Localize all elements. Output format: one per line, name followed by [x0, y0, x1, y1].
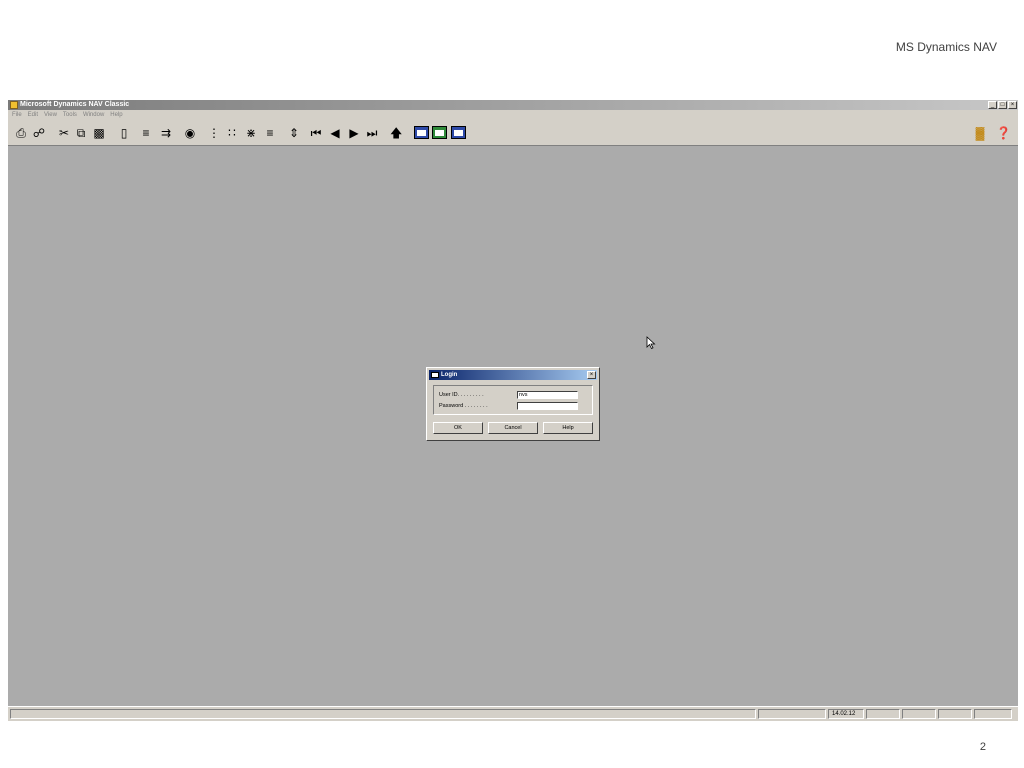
copy-icon[interactable]: ⧉ — [74, 126, 88, 140]
cancel-button[interactable]: Cancel — [488, 422, 538, 434]
print-preview-icon[interactable]: ☍ — [31, 126, 47, 140]
form-icon[interactable] — [414, 126, 429, 139]
status-bar: 14.02.12 — [8, 706, 1018, 721]
menu-bar: File Edit View Tools Window Help — [8, 110, 1018, 121]
restore-button[interactable]: □ — [998, 101, 1007, 109]
menu-view[interactable]: View — [44, 110, 57, 121]
menu-edit[interactable]: Edit — [28, 110, 38, 121]
menu-help[interactable]: Help — [110, 110, 122, 121]
help-icon[interactable]: ❓ — [996, 126, 1011, 140]
status-panel — [938, 709, 972, 719]
close-button[interactable]: × — [1008, 101, 1017, 109]
first-icon[interactable]: ⏮ — [310, 126, 322, 140]
mouse-cursor-icon — [646, 336, 656, 350]
status-message — [10, 709, 756, 719]
show-all-icon[interactable]: ≡ — [263, 126, 277, 140]
sort-icon[interactable]: ⇕ — [286, 126, 302, 140]
ok-button[interactable]: OK — [433, 422, 483, 434]
report-icon[interactable] — [451, 126, 466, 139]
last-icon[interactable]: ⏭ — [366, 126, 378, 140]
login-close-button[interactable]: × — [587, 371, 596, 379]
previous-icon[interactable]: ◀ — [329, 126, 341, 140]
login-title: Login — [441, 372, 458, 378]
slide-title: MS Dynamics NAV — [895, 40, 997, 54]
password-input[interactable] — [517, 402, 578, 410]
status-panel — [974, 709, 1012, 719]
user-id-input[interactable]: nvs — [517, 391, 578, 399]
status-panel — [902, 709, 936, 719]
page-number: 2 — [979, 741, 986, 753]
user-id-label: User ID. . . . . . . . . — [439, 392, 484, 398]
nav-logo-icon — [10, 101, 18, 109]
menu-file[interactable]: File — [12, 110, 22, 121]
title-bar[interactable]: Microsoft Dynamics NAV Classic _ □ × — [8, 100, 1018, 110]
minimize-button[interactable]: _ — [988, 101, 997, 109]
login-title-bar[interactable]: Login × — [429, 370, 597, 380]
insert-icon[interactable]: ≡ — [139, 126, 153, 140]
filter-icon[interactable]: ⋮ — [207, 126, 221, 140]
flowfilter-icon[interactable]: ⋇ — [244, 126, 258, 140]
print-icon[interactable]: ⎙ — [13, 126, 29, 140]
field-filter-icon[interactable]: ∷ — [225, 126, 239, 140]
menu-window[interactable]: Window — [83, 110, 104, 121]
help-button[interactable]: Help — [543, 422, 593, 434]
password-label: Password . . . . . . . . — [439, 403, 488, 409]
next-field-icon[interactable]: ⇉ — [158, 126, 174, 140]
paste-icon[interactable]: ▩ — [92, 126, 106, 140]
toolbar: ⎙ ☍ ✂ ⧉ ▩ ▯ ≡ ⇉ ◉ ⋮ ∷ ⋇ ≡ ⇕ ⏮ ◀ ▶ ⏭ 🡅 ▓ … — [8, 121, 1018, 146]
status-panel — [758, 709, 826, 719]
status-date: 14.02.12 — [828, 709, 864, 719]
form-icon — [431, 372, 439, 378]
cut-icon[interactable]: ✂ — [57, 126, 71, 140]
window-title: Microsoft Dynamics NAV Classic — [20, 101, 130, 108]
status-panel — [866, 709, 900, 719]
up-icon[interactable]: 🡅 — [390, 126, 402, 140]
login-fields-group: User ID. . . . . . . . . nvs Password . … — [433, 385, 593, 415]
analysis-icon[interactable]: ▓ — [972, 126, 988, 140]
login-dialog: Login × User ID. . . . . . . . . nvs Pas… — [426, 367, 600, 441]
next-icon[interactable]: ▶ — [348, 126, 360, 140]
menu-tools[interactable]: Tools — [63, 110, 77, 121]
table-icon[interactable] — [432, 126, 447, 139]
attachment-icon[interactable]: ▯ — [118, 126, 130, 140]
find-icon[interactable]: ◉ — [182, 126, 198, 140]
